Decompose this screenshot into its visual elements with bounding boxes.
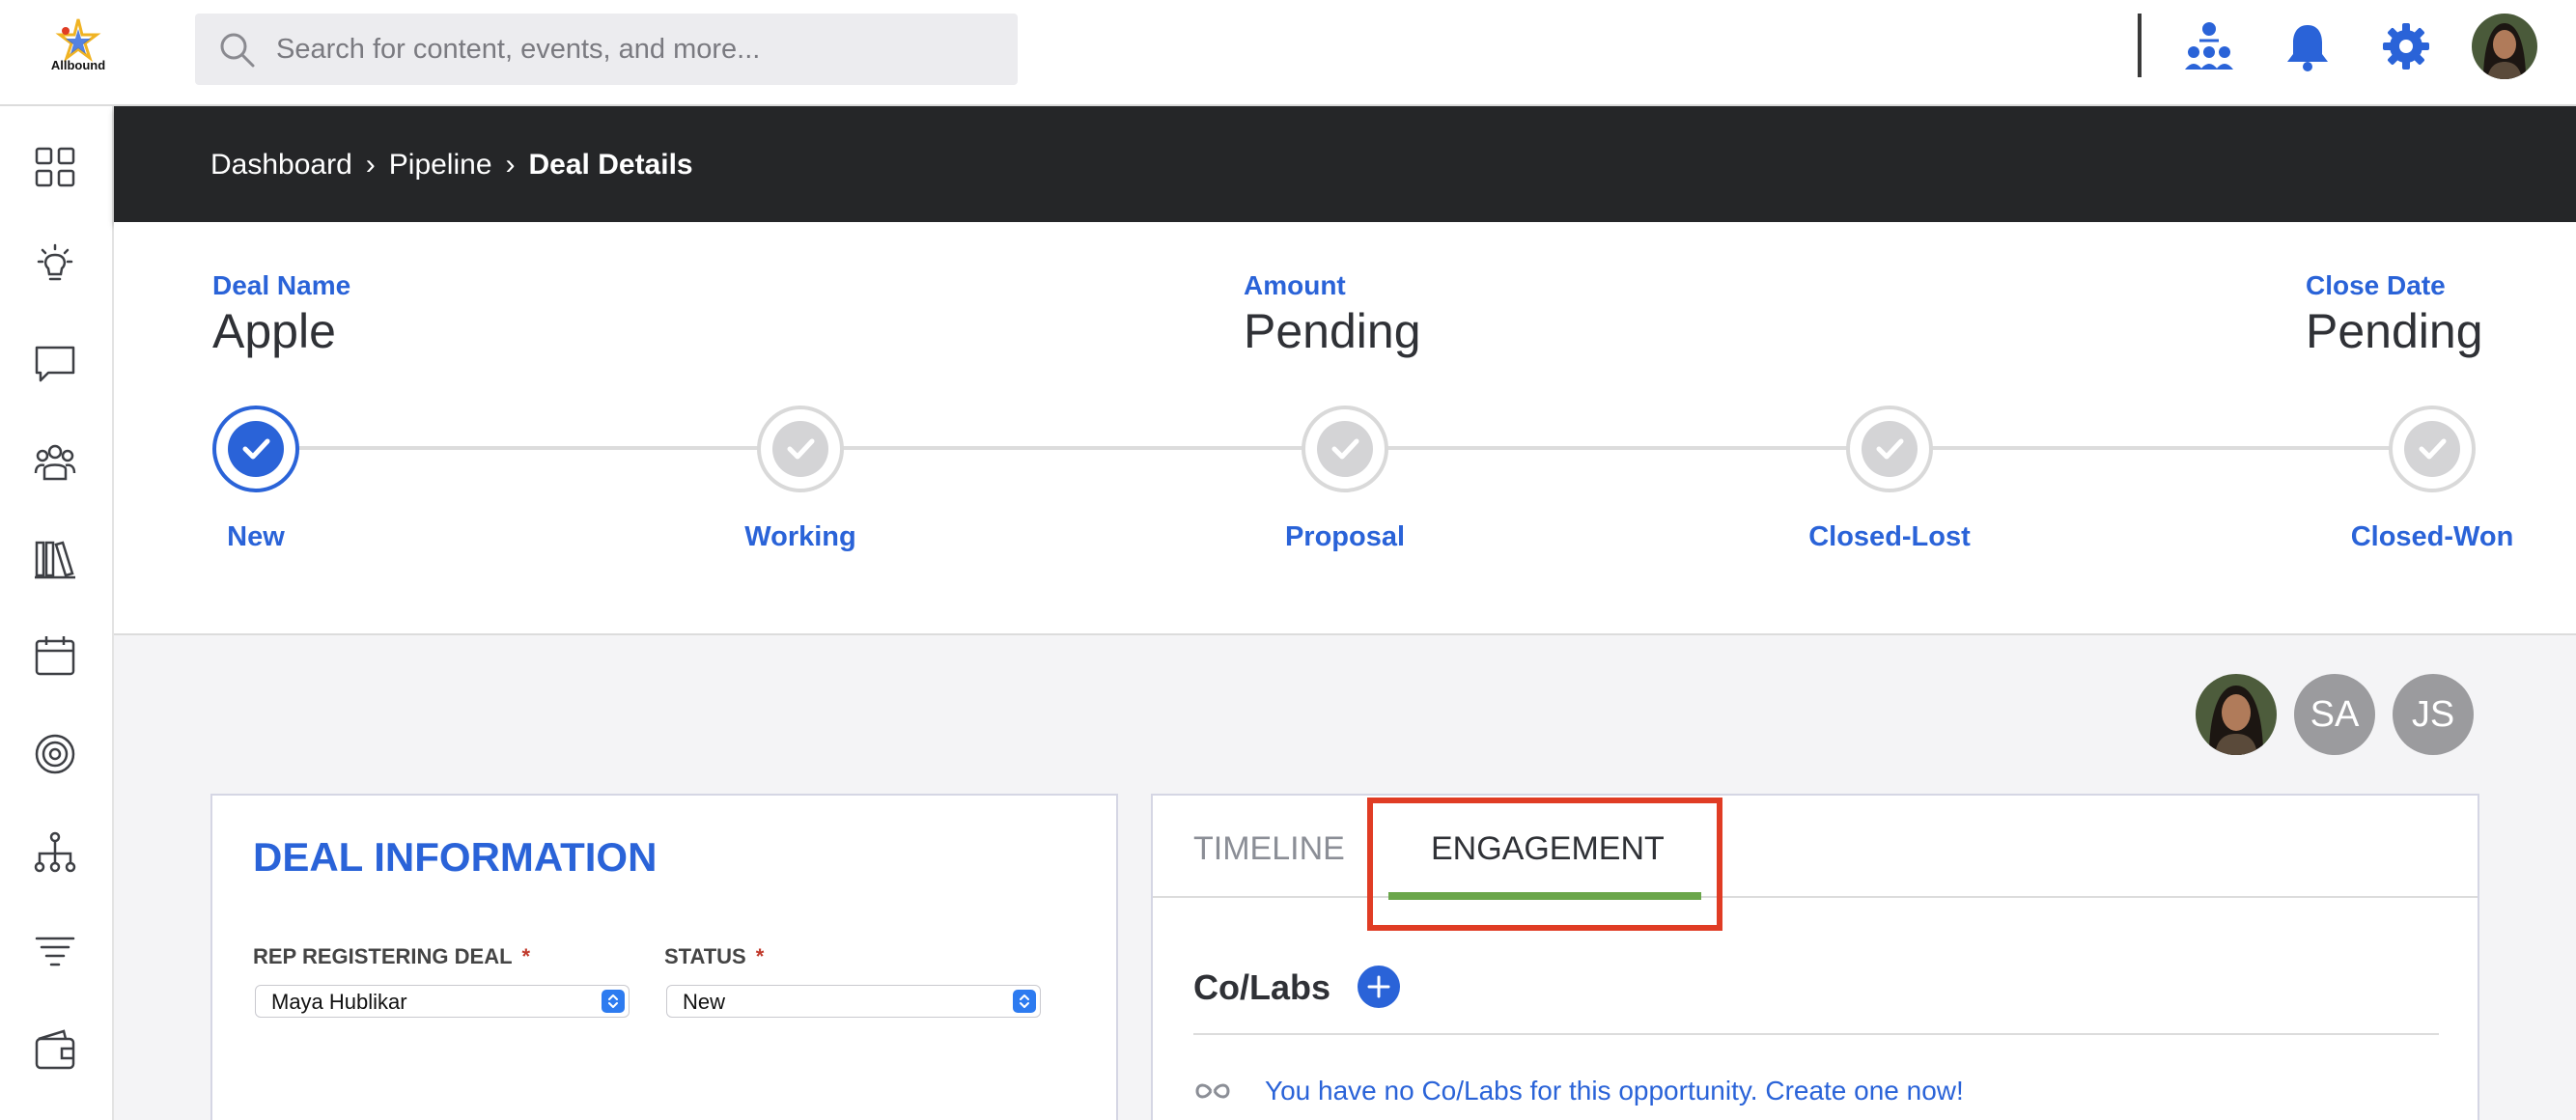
- add-colab-button[interactable]: [1358, 966, 1400, 1008]
- breadcrumb: Dashboard › Pipeline › Deal Details: [210, 149, 693, 182]
- calendar-icon[interactable]: [33, 633, 77, 678]
- stage-label-closed-won: Closed-Won: [2350, 521, 2514, 552]
- required-mark: *: [755, 944, 765, 968]
- search-input[interactable]: [276, 14, 991, 85]
- breadcrumb-pipeline[interactable]: Pipeline: [389, 149, 492, 181]
- team-avatar-photo[interactable]: [2196, 674, 2277, 755]
- deal-name-label: Deal Name: [212, 270, 351, 300]
- highlight-box: [1367, 798, 1722, 931]
- hierarchy-icon[interactable]: [33, 830, 77, 875]
- stage-label-closed-lost: Closed-Lost: [1808, 521, 1971, 552]
- required-mark: *: [521, 944, 531, 968]
- status-select[interactable]: New: [666, 985, 1041, 1018]
- bell-icon[interactable]: [2281, 19, 2335, 73]
- select-chevron-icon: [602, 990, 625, 1013]
- check-icon: [2419, 438, 2447, 460]
- logo-text: Allbound: [50, 58, 106, 72]
- stage-label-new: New: [227, 521, 285, 552]
- amount-label: Amount: [1244, 270, 1346, 300]
- stage-closed-lost[interactable]: [1846, 406, 1933, 492]
- search-bar[interactable]: [195, 14, 1018, 85]
- chat-icon[interactable]: [33, 342, 77, 386]
- stage-marker: [2404, 421, 2460, 477]
- team-avatar-js[interactable]: JS: [2393, 674, 2474, 755]
- colabs-divider: [1193, 1033, 2439, 1035]
- gear-icon[interactable]: [2379, 19, 2433, 73]
- breadcrumb-dashboard[interactable]: Dashboard: [210, 149, 352, 181]
- rep-select[interactable]: Maya Hublikar: [255, 985, 630, 1018]
- stage-working[interactable]: [757, 406, 844, 492]
- top-divider: [2138, 14, 2142, 77]
- plus-icon: [1367, 975, 1390, 998]
- colabs-empty-message[interactable]: You have no Co/Labs for this opportunity…: [1265, 1076, 1964, 1106]
- content-area: SA JS DEAL INFORMATION REP REGISTERING D…: [114, 635, 2576, 1120]
- check-icon: [787, 438, 815, 460]
- amount-value: Pending: [1244, 304, 1421, 358]
- search-icon: [220, 33, 255, 68]
- filter-icon[interactable]: [33, 929, 77, 973]
- close-date-value: Pending: [2306, 304, 2483, 358]
- stage-proposal[interactable]: [1302, 406, 1388, 492]
- app-root: Allbound Search for content, events, and…: [0, 0, 2576, 1120]
- deal-information-card: DEAL INFORMATION REP REGISTERING DEAL * M…: [210, 794, 1118, 1120]
- stage-label-proposal: Proposal: [1284, 521, 1406, 552]
- stage-marker: [772, 421, 828, 477]
- check-icon: [1876, 438, 1904, 460]
- breadcrumb-current: Deal Details: [528, 149, 693, 181]
- colabs-title: Co/Labs: [1193, 967, 1331, 1007]
- status-select-value: New: [683, 990, 726, 1014]
- stage-marker: [1862, 421, 1918, 477]
- status-label: STATUS *: [664, 944, 765, 968]
- tab-bar: TIMELINE ENGAGEMENT: [1153, 796, 2478, 900]
- sidebar: [0, 106, 114, 1120]
- dashboard-icon[interactable]: [33, 145, 77, 189]
- breadcrumb-bar: Dashboard › Pipeline › Deal Details: [114, 106, 2576, 222]
- stage-progress: New Working Proposal Closed-Lost Closed-…: [114, 406, 2576, 560]
- top-bar: Allbound: [0, 0, 2576, 106]
- rep-select-value: Maya Hublikar: [271, 990, 407, 1014]
- link-icon: [1195, 1083, 1230, 1099]
- tab-timeline[interactable]: TIMELINE: [1193, 830, 1345, 868]
- check-icon: [242, 438, 270, 460]
- stage-marker: [228, 421, 284, 477]
- close-date-label: Close Date: [2306, 270, 2446, 300]
- wallet-icon[interactable]: [33, 1027, 77, 1072]
- deal-header: Deal Name Apple Amount Pending Close Dat…: [114, 222, 2576, 635]
- stage-marker: [1317, 421, 1373, 477]
- target-icon[interactable]: [33, 732, 77, 776]
- deal-name-value: Apple: [212, 304, 336, 358]
- engagement-card: TIMELINE ENGAGEMENT Co/Labs You have no …: [1151, 794, 2479, 1120]
- breadcrumb-separator: ›: [365, 149, 376, 181]
- team-avatar-sa[interactable]: SA: [2294, 674, 2375, 755]
- stage-new[interactable]: [212, 406, 299, 492]
- stage-closed-won[interactable]: [2389, 406, 2476, 492]
- rep-label: REP REGISTERING DEAL *: [253, 944, 531, 968]
- library-icon[interactable]: [33, 537, 77, 581]
- people-icon[interactable]: [33, 438, 77, 483]
- deal-information-title: DEAL INFORMATION: [253, 834, 658, 880]
- lightbulb-icon[interactable]: [33, 243, 77, 288]
- breadcrumb-separator: ›: [505, 149, 516, 181]
- select-chevron-icon: [1013, 990, 1036, 1013]
- check-icon: [1331, 438, 1359, 460]
- stage-label-working: Working: [744, 521, 856, 552]
- org-chart-icon[interactable]: [2182, 19, 2236, 73]
- user-avatar[interactable]: [2472, 14, 2537, 79]
